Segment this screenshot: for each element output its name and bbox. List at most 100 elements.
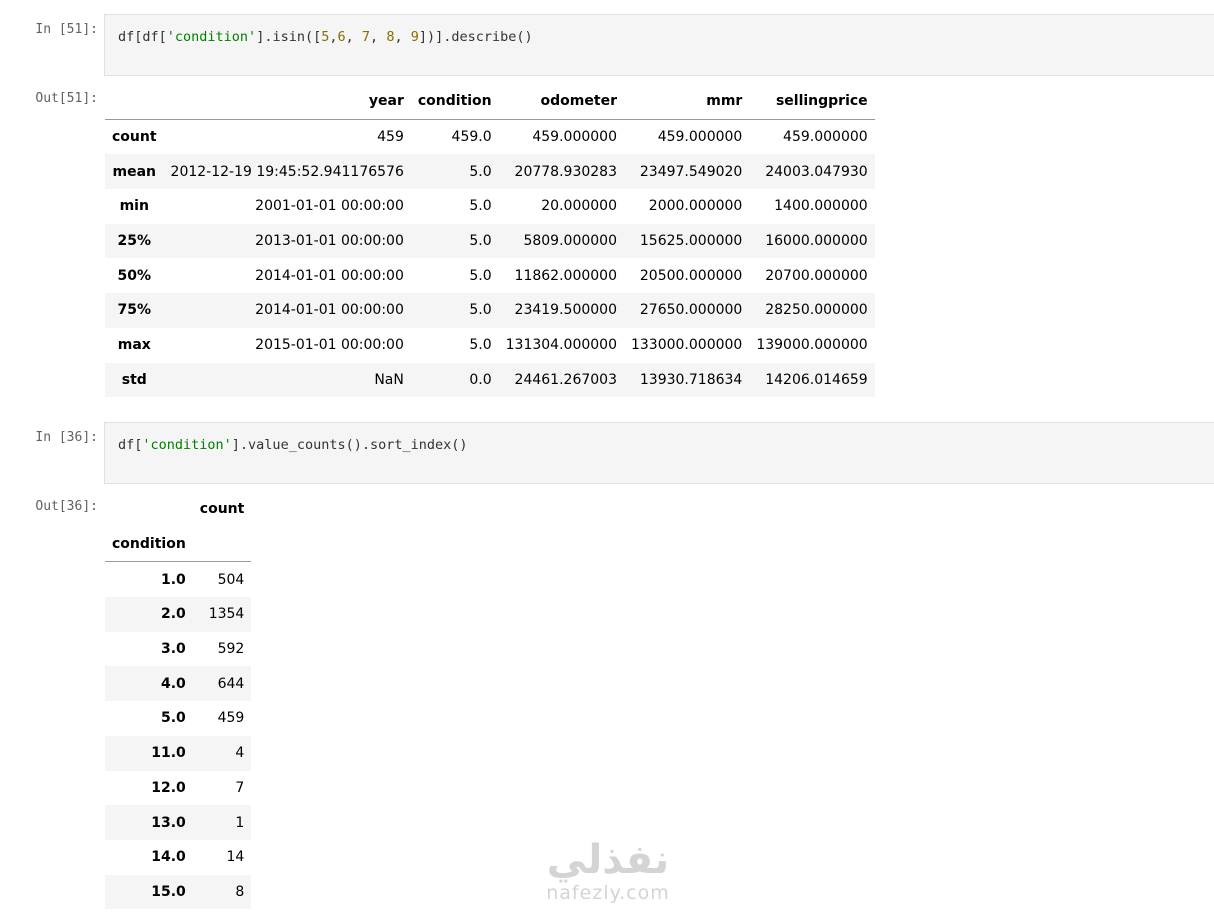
row-index: 4.0 [160, 675, 186, 692]
row-index: mean [112, 163, 157, 180]
table-row: mean 2012-12-19 19:45:52.941176576 5.0 2077… [105, 154, 875, 190]
table-cell: 1400.000000 [774, 198, 868, 215]
value-counts-table: count condition 1.0 504 2.0 1354 3.0 592 4.0 64… [105, 492, 252, 910]
table-cell: 4 [235, 745, 245, 762]
table-cell: 2001-01-01 00:00:00 [255, 198, 404, 215]
table-cell: 27650.000000 [639, 302, 743, 319]
column-header: year [163, 84, 411, 120]
index-header [105, 492, 193, 527]
table-cell: NaN [374, 371, 404, 388]
table-row: 5.0 459 [105, 701, 251, 736]
input-prompt-36: In [36]: [35, 430, 98, 445]
row-index: count [112, 129, 157, 146]
code-token: ].isin([ [256, 29, 322, 45]
code-number: 9 [410, 29, 419, 45]
code-cell-36[interactable]: df['condition'].value_counts().sort_inde… [104, 422, 1214, 484]
table-row: 13.0 1 [105, 805, 252, 840]
row-index: max [117, 337, 151, 354]
table-cell: 14206.014659 [765, 371, 868, 388]
table-cell: 20778.930283 [514, 163, 617, 180]
code-token: df[df[ [118, 29, 167, 45]
table-cell: 1 [235, 814, 245, 831]
table-cell: 5.0 [469, 267, 492, 284]
table-cell: 13930.718634 [639, 371, 743, 388]
row-index: 12.0 [151, 779, 186, 796]
row-index: 75% [117, 302, 152, 319]
table-cell: 23497.549020 [639, 163, 743, 180]
table-row: 50% 2014-01-01 00:00:00 5.0 11862.000000 205… [105, 258, 875, 293]
table-row: 4.0 644 [105, 666, 252, 702]
row-index: 50% [117, 267, 152, 284]
code-number: 6 [337, 29, 346, 45]
code-token: ])].describe() [418, 29, 533, 45]
code-string: 'condition' [142, 437, 232, 453]
index-header [105, 84, 164, 120]
table-cell: 2013-01-01 00:00:00 [255, 233, 404, 250]
table-cell: 24003.047930 [765, 163, 868, 180]
watermark-arabic: نفذلي [546, 837, 670, 883]
table-row: count 459 459.0 459.000000 459.000000 459.000… [105, 119, 875, 154]
row-index: min [119, 198, 149, 215]
input-prompt-51: In [51]: [35, 22, 98, 37]
table-cell: 0.0 [469, 371, 492, 388]
table-cell: 2014-01-01 00:00:00 [255, 302, 404, 319]
table-cell: 131304.000000 [505, 337, 617, 354]
column-header: odometer [498, 84, 624, 120]
watermark: نفذلي nafezly.com [520, 838, 696, 904]
table-cell: 20500.000000 [639, 267, 743, 284]
row-index: 25% [117, 233, 152, 250]
output-prompt-51: Out[51]: [35, 91, 98, 106]
row-index: std [121, 371, 147, 388]
table-cell: 592 [217, 641, 245, 658]
table-cell: 20700.000000 [765, 267, 868, 284]
table-cell: 8 [235, 883, 245, 900]
code-token: df[ [118, 437, 143, 453]
table-cell: 459 [377, 129, 404, 146]
table-row: 3.0 592 [105, 632, 251, 667]
table-row: 15.0 8 [105, 874, 252, 910]
table-cell: 16000.000000 [765, 233, 868, 250]
table-row: 25% 2013-01-01 00:00:00 5.0 5809.000000 1562… [105, 223, 875, 259]
table-cell: 24461.267003 [514, 371, 617, 388]
table-cell: 459.000000 [783, 129, 868, 146]
column-header: sellingprice [749, 84, 875, 120]
code-number: 7 [361, 29, 371, 45]
column-header: count [199, 501, 245, 518]
table-header-row: count [105, 492, 251, 527]
table-cell: 5.0 [469, 233, 492, 250]
table-row: 75% 2014-01-01 00:00:00 5.0 23419.500000 276… [105, 293, 875, 328]
code-string: 'condition' [166, 29, 257, 45]
table-cell: 23419.500000 [514, 302, 617, 319]
table-cell: 14 [226, 849, 245, 866]
table-cell: 20.000000 [541, 198, 617, 215]
table-cell: 11862.000000 [514, 267, 617, 284]
table-cell: 1354 [208, 606, 245, 623]
table-cell: 2014-01-01 00:00:00 [255, 267, 404, 284]
table-row: min 2001-01-01 00:00:00 5.0 20.000000 2000.0… [105, 189, 875, 224]
row-index: 11.0 [151, 745, 186, 762]
code-token: , [394, 29, 411, 45]
index-name-row: condition [105, 526, 252, 563]
row-index: 1.0 [160, 571, 186, 588]
table-cell: 139000.000000 [756, 337, 868, 354]
empty-header [192, 526, 252, 563]
table-cell: 28250.000000 [765, 302, 868, 319]
row-index: 2.0 [160, 606, 186, 623]
row-index: 5.0 [160, 710, 186, 727]
code-token: , [345, 29, 362, 45]
index-name: condition [105, 526, 193, 563]
row-index: 14.0 [151, 849, 186, 866]
table-row: 14.0 14 [105, 840, 251, 875]
code-token: , [370, 29, 387, 45]
row-index: 13.0 [151, 814, 186, 831]
row-index: 3.0 [160, 641, 186, 658]
column-header: mmr [623, 84, 750, 120]
code-cell-51[interactable]: df[df['condition'].isin([5,6, 7, 8, 9])]… [104, 14, 1214, 76]
table-row: 11.0 4 [105, 735, 252, 771]
table-row: max 2015-01-01 00:00:00 5.0 131304.000000 13… [105, 328, 875, 363]
code-token: , [329, 29, 338, 45]
table-cell: 15625.000000 [639, 233, 743, 250]
table-cell: 133000.000000 [630, 337, 743, 354]
table-cell: 459 [217, 710, 245, 727]
table-cell: 2015-01-01 00:00:00 [255, 337, 404, 354]
